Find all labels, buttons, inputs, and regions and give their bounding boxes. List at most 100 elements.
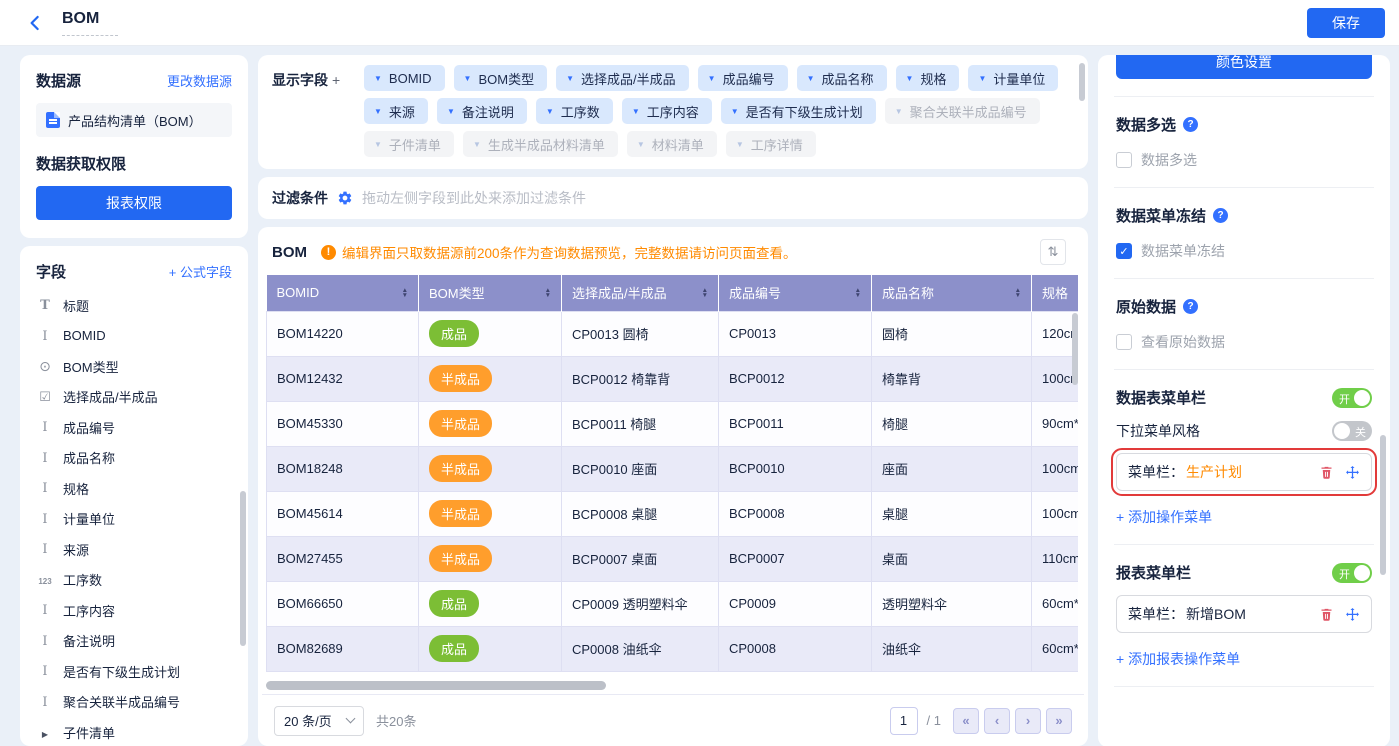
add-action-menu-link[interactable]: + 添加操作菜单 [1116, 507, 1372, 527]
field-chip[interactable]: ▼工序内容 [622, 98, 712, 124]
field-item[interactable]: 规格 [36, 473, 232, 504]
report-menu-toggle-on[interactable]: 开 [1332, 563, 1372, 583]
table-row[interactable]: BOM45330 半成品 BCP0011 椅腿BCP0011椅腿90cm*9 [267, 401, 1079, 446]
table-menu-toggle-on[interactable]: 开 [1332, 388, 1372, 408]
field-item[interactable]: 成品编号 [36, 412, 232, 443]
column-header[interactable]: 成品编号▲▼ [719, 275, 872, 311]
table-row[interactable]: BOM12432 半成品 BCP0012 椅靠背BCP0012椅靠背100cm* [267, 356, 1079, 401]
field-item[interactable]: BOMID [36, 321, 232, 352]
field-chip[interactable]: ▼备注说明 [437, 98, 527, 124]
table-menu-item-highlighted[interactable]: 菜单栏： 生产计划 [1116, 453, 1372, 491]
field-list: 标题 BOMID BOM类型 选择成品/半成品 成品编号 成品名称 规格 计量单… [36, 290, 232, 746]
field-chip[interactable]: ▼来源 [364, 98, 428, 124]
sort-arrows-icon[interactable]: ▲▼ [402, 288, 408, 298]
table-row[interactable]: BOM82689 成品 CP0008 油纸伞CP0008油纸伞60cm*6 [267, 626, 1079, 671]
sort-arrows-icon[interactable]: ▲▼ [545, 288, 551, 298]
table-row[interactable]: BOM45614 半成品 BCP0008 桌腿BCP0008桌腿100cm* [267, 491, 1079, 536]
chevron-down-icon: ▼ [473, 140, 481, 149]
page-size-select[interactable]: 20 条/页 [274, 706, 364, 736]
field-item[interactable]: 成品名称 [36, 443, 232, 474]
field-item[interactable]: 计量单位 [36, 504, 232, 535]
raw-data-checkbox-row[interactable]: 查看原始数据 [1116, 332, 1372, 352]
field-chip[interactable]: ▼BOMID [364, 65, 445, 91]
field-chip[interactable]: ▼规格 [896, 65, 960, 91]
chips-scrollbar[interactable] [1079, 63, 1085, 101]
color-settings-button[interactable]: 颜色设置 [1116, 55, 1372, 79]
add-formula-field-link[interactable]: + 公式字段 [169, 262, 232, 281]
back-button[interactable] [22, 10, 48, 36]
field-item[interactable]: 选择成品/半成品 [36, 382, 232, 413]
column-header[interactable]: 成品名称▲▼ [872, 275, 1032, 311]
menu-freeze-checkbox-row[interactable]: ✓ 数据菜单冻结 [1116, 241, 1372, 261]
chevron-down-icon: ▼ [464, 74, 472, 83]
filter-dropzone-placeholder[interactable]: 拖动左侧字段到此处来添加过滤条件 [362, 188, 586, 208]
move-icon[interactable] [1345, 607, 1360, 622]
datasource-item[interactable]: 产品结构清单（BOM） [36, 103, 232, 137]
first-page-button[interactable]: « [953, 708, 979, 734]
checkbox-unchecked[interactable] [1116, 334, 1132, 350]
move-icon[interactable] [1345, 465, 1360, 480]
sort-arrows-icon[interactable]: ▲▼ [1015, 288, 1021, 298]
field-item[interactable]: 来源 [36, 534, 232, 565]
table-row[interactable]: BOM27455 半成品 BCP0007 桌面BCP0007桌面110cm* [267, 536, 1079, 581]
gear-icon[interactable] [337, 190, 353, 206]
field-chip-disabled[interactable]: ▼生成半成品材料清单 [463, 131, 618, 157]
field-chip[interactable]: ▼工序数 [536, 98, 613, 124]
add-report-action-menu-link[interactable]: + 添加报表操作菜单 [1116, 649, 1372, 669]
report-permission-button[interactable]: 报表权限 [36, 186, 232, 220]
type-badge: 成品 [429, 320, 479, 347]
sort-arrows-icon[interactable]: ▲▼ [855, 288, 861, 298]
checkbox-unchecked[interactable] [1116, 152, 1132, 168]
prev-page-button[interactable]: ‹ [984, 708, 1010, 734]
dropdown-style-toggle-off[interactable]: 关 [1332, 421, 1372, 441]
divider [1114, 544, 1374, 545]
current-page-input[interactable]: 1 [890, 707, 918, 735]
trash-icon[interactable] [1319, 465, 1334, 480]
change-datasource-link[interactable]: 更改数据源 [167, 71, 232, 90]
table-row[interactable]: BOM66650 成品 CP0009 透明塑料伞CP0009透明塑料伞60cm*… [267, 581, 1079, 626]
field-item[interactable]: 标题 [36, 290, 232, 321]
field-item[interactable]: 工序数 [36, 565, 232, 596]
next-page-button[interactable]: › [1015, 708, 1041, 734]
help-icon[interactable]: ? [1183, 299, 1198, 314]
column-header[interactable]: 规格 [1032, 275, 1079, 311]
field-chip[interactable]: ▼计量单位 [968, 65, 1058, 91]
column-header[interactable]: 选择成品/半成品▲▼ [562, 275, 719, 311]
field-chip[interactable]: ▼成品名称 [797, 65, 887, 91]
field-item[interactable]: 聚合关联半成品编号 [36, 687, 232, 718]
add-display-field-button[interactable]: + [332, 72, 340, 88]
field-item[interactable]: BOM类型 [36, 351, 232, 382]
settings-scrollbar[interactable] [1380, 435, 1386, 575]
field-item[interactable]: 是否有下级生成计划 [36, 656, 232, 687]
table-horizontal-scrollbar[interactable] [266, 681, 1078, 690]
checkbox-checked[interactable]: ✓ [1116, 243, 1132, 259]
field-chip[interactable]: ▼选择成品/半成品 [556, 65, 689, 91]
field-chip-disabled[interactable]: ▼材料清单 [627, 131, 717, 157]
toggle-knob [1334, 423, 1350, 439]
table-vertical-scrollbar[interactable] [1072, 313, 1078, 385]
fields-scrollbar[interactable] [240, 491, 246, 646]
field-item[interactable]: 工序内容 [36, 595, 232, 626]
column-header[interactable]: BOM类型▲▼ [419, 275, 562, 311]
field-chip[interactable]: ▼BOM类型 [454, 65, 548, 91]
sort-arrows-icon[interactable]: ▲▼ [702, 288, 708, 298]
field-chip[interactable]: ▼成品编号 [698, 65, 788, 91]
last-page-button[interactable]: » [1046, 708, 1072, 734]
table-sort-button[interactable]: ⇅ [1040, 239, 1066, 265]
toggle-label: 关 [1355, 424, 1366, 440]
table-row[interactable]: BOM18248 半成品 BCP0010 座面BCP0010座面100cm* [267, 446, 1079, 491]
column-header[interactable]: BOMID▲▼ [267, 275, 419, 311]
multi-select-checkbox-row[interactable]: 数据多选 [1116, 150, 1372, 170]
field-item[interactable]: 备注说明 [36, 626, 232, 657]
field-chip-disabled[interactable]: ▼工序详情 [726, 131, 816, 157]
field-chip-disabled[interactable]: ▼聚合关联半成品编号 [885, 98, 1040, 124]
save-button[interactable]: 保存 [1307, 8, 1385, 38]
field-item[interactable]: 子件清单 [36, 717, 232, 746]
field-chip-disabled[interactable]: ▼子件清单 [364, 131, 454, 157]
report-menu-item[interactable]: 菜单栏： 新增BOM [1116, 595, 1372, 633]
field-chip[interactable]: ▼是否有下级生成计划 [721, 98, 876, 124]
help-icon[interactable]: ? [1213, 208, 1228, 223]
table-row[interactable]: BOM14220 成品 CP0013 圆椅CP0013圆椅120cm* [267, 311, 1079, 356]
trash-icon[interactable] [1319, 607, 1334, 622]
help-icon[interactable]: ? [1183, 117, 1198, 132]
